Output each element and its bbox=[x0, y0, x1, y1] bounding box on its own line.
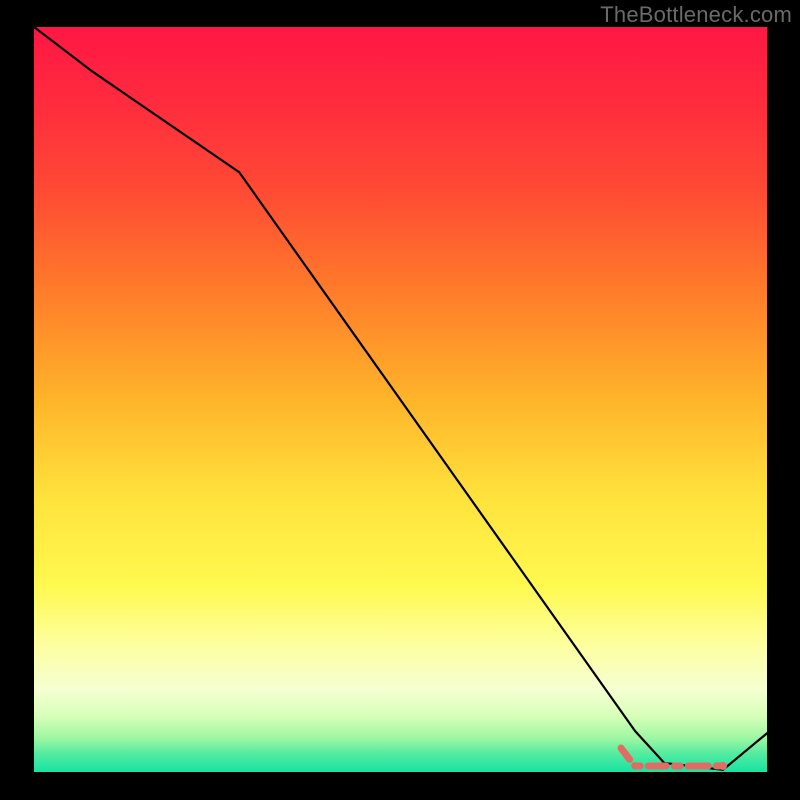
watermark-text: TheBottleneck.com bbox=[600, 2, 792, 28]
optimal-range-marker bbox=[621, 748, 723, 766]
optimal-point-dot bbox=[719, 762, 727, 770]
chart-curve-layer bbox=[34, 27, 767, 772]
chart-stage: TheBottleneck.com bbox=[0, 0, 800, 800]
gradient-panel bbox=[34, 27, 767, 772]
bottleneck-curve bbox=[34, 27, 767, 770]
